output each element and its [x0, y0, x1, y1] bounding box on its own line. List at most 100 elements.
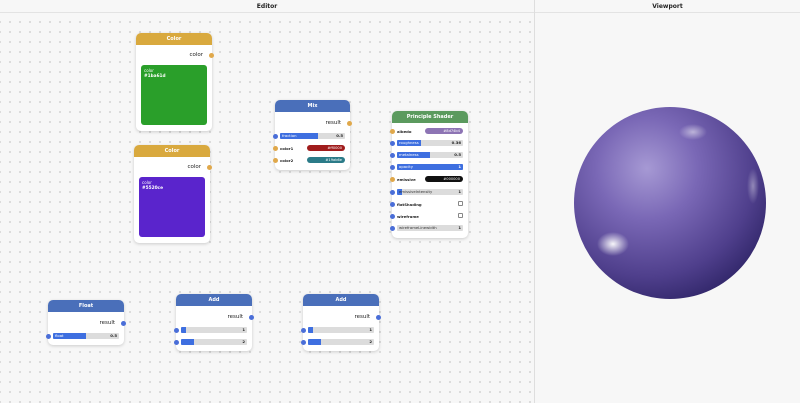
slider-label: opacity — [399, 164, 413, 169]
node-title: Color — [166, 36, 182, 42]
slider-label: metalness — [399, 152, 419, 157]
a-slider[interactable]: 1 — [308, 327, 374, 333]
float-slider[interactable]: float 0.5 — [53, 333, 119, 339]
b-input-socket[interactable] — [174, 340, 179, 345]
node-title: Mix — [307, 103, 318, 109]
node-header[interactable]: Add — [303, 294, 379, 306]
b-slider[interactable]: 2 — [181, 339, 247, 345]
slider-fill — [308, 339, 322, 345]
output-label: color — [189, 52, 203, 58]
color2-input-socket[interactable] — [273, 158, 278, 163]
output-label: result — [354, 314, 370, 320]
swatch-label: color — [144, 68, 154, 73]
wireframe-input-socket[interactable] — [390, 214, 395, 219]
a-input-socket[interactable] — [174, 328, 179, 333]
slider-fill — [308, 327, 314, 333]
output-label: result — [99, 320, 115, 326]
color2-swatch[interactable]: #19ab6e — [307, 157, 345, 163]
flat-shading-checkbox[interactable] — [458, 201, 463, 206]
node-title: Color — [164, 148, 180, 154]
emissive-intensity-input-socket[interactable] — [390, 190, 395, 195]
wireframe-linewidth-input-socket[interactable] — [390, 226, 395, 231]
float-input-socket[interactable] — [46, 334, 51, 339]
color1-label: color1 — [280, 146, 294, 151]
swatch-label: color — [142, 180, 152, 185]
node-title: Principle Shader — [406, 114, 454, 120]
rim-highlight — [747, 168, 759, 204]
slider-value: 1 — [369, 327, 372, 332]
color1-swatch[interactable]: #ff0000 — [307, 145, 345, 151]
output-socket[interactable] — [121, 321, 126, 326]
sphere — [574, 107, 766, 299]
opacity-input-socket[interactable] — [390, 165, 395, 170]
slider-label: wireframeLinewidth — [399, 225, 437, 230]
slider-label: fraction — [282, 133, 297, 138]
slider-value: 2 — [369, 339, 372, 344]
slider-fill — [181, 339, 195, 345]
color-swatch[interactable]: color #1ba61d — [141, 65, 207, 125]
fraction-slider[interactable]: fraction 0.5 — [280, 133, 345, 139]
add-node-2[interactable]: Add result 1 2 — [301, 294, 381, 351]
node-header[interactable]: Mix — [275, 100, 350, 112]
slider-value: 0.36 — [451, 140, 461, 145]
swatch-hex: #1ba61d — [144, 74, 166, 79]
output-socket[interactable] — [376, 315, 381, 320]
wireframe-checkbox[interactable] — [458, 213, 463, 218]
roughness-slider[interactable]: roughness 0.36 — [397, 140, 463, 146]
slider-value: 2 — [242, 339, 245, 344]
swatch-hex: #5520ce — [142, 186, 164, 191]
node-header[interactable]: Color — [134, 145, 210, 157]
editor-title: Editor — [0, 0, 534, 13]
a-slider[interactable]: 1 — [181, 327, 247, 333]
color-node-purple[interactable]: Color color color #5520ce — [134, 145, 212, 243]
specular-highlight — [679, 124, 707, 140]
node-title: Add — [335, 297, 347, 303]
output-socket[interactable] — [209, 53, 214, 58]
color1-input-socket[interactable] — [273, 146, 278, 151]
roughness-input-socket[interactable] — [390, 141, 395, 146]
principle-shader-node[interactable]: Principle Shader albedo #8d74b4 roughnes… — [390, 111, 468, 238]
output-socket[interactable] — [249, 315, 254, 320]
slider-value: 1 — [458, 225, 461, 230]
slider-value: 0.5 — [454, 152, 461, 157]
fraction-input-socket[interactable] — [273, 134, 278, 139]
viewport-pane[interactable]: Viewport — [535, 0, 800, 403]
sphere-preview[interactable] — [535, 0, 800, 403]
node-header[interactable]: Principle Shader — [392, 111, 468, 123]
opacity-slider[interactable]: opacity 1 — [397, 164, 463, 170]
slider-value: 0.5 — [336, 133, 343, 138]
editor-pane[interactable]: Editor Color color color #1ba61d Color c… — [0, 0, 534, 403]
output-label: color — [187, 164, 201, 170]
color-node-green[interactable]: Color color color #1ba61d — [136, 33, 214, 131]
albedo-label: albedo — [397, 129, 412, 134]
a-input-socket[interactable] — [301, 328, 306, 333]
float-node[interactable]: Float result float 0.5 — [46, 300, 126, 345]
b-slider[interactable]: 2 — [308, 339, 374, 345]
add-node-1[interactable]: Add result 1 2 — [174, 294, 254, 351]
b-input-socket[interactable] — [301, 340, 306, 345]
node-header[interactable]: Color — [136, 33, 212, 45]
slider-value: 1 — [242, 327, 245, 332]
emissive-swatch[interactable]: #000000 — [425, 176, 463, 182]
flat-shading-input-socket[interactable] — [390, 202, 395, 207]
albedo-swatch[interactable]: #8d74b4 — [425, 128, 463, 134]
emissive-label: emissive — [397, 177, 416, 182]
node-title: Float — [78, 303, 94, 309]
albedo-input-socket[interactable] — [390, 129, 395, 134]
color-swatch[interactable]: color #5520ce — [139, 177, 205, 237]
output-socket[interactable] — [207, 165, 212, 170]
flat-shading-label: flatShading — [397, 202, 422, 207]
node-title: Add — [208, 297, 220, 303]
metalness-input-socket[interactable] — [390, 153, 395, 158]
slider-value: 1 — [458, 189, 461, 194]
node-header[interactable]: Add — [176, 294, 252, 306]
slider-label: roughness — [399, 140, 419, 145]
node-header[interactable]: Float — [48, 300, 124, 312]
output-socket[interactable] — [347, 121, 352, 126]
emissive-input-socket[interactable] — [390, 177, 395, 182]
mix-node[interactable]: Mix result fraction 0.5 color1 #ff0000 c… — [273, 100, 352, 170]
wireframe-linewidth-slider[interactable]: wireframeLinewidth 1 — [397, 225, 463, 231]
metalness-slider[interactable]: metalness 0.5 — [397, 152, 463, 158]
emissive-intensity-slider[interactable]: emissiveIntensity 1 — [397, 189, 463, 195]
slider-label: float — [55, 333, 64, 338]
